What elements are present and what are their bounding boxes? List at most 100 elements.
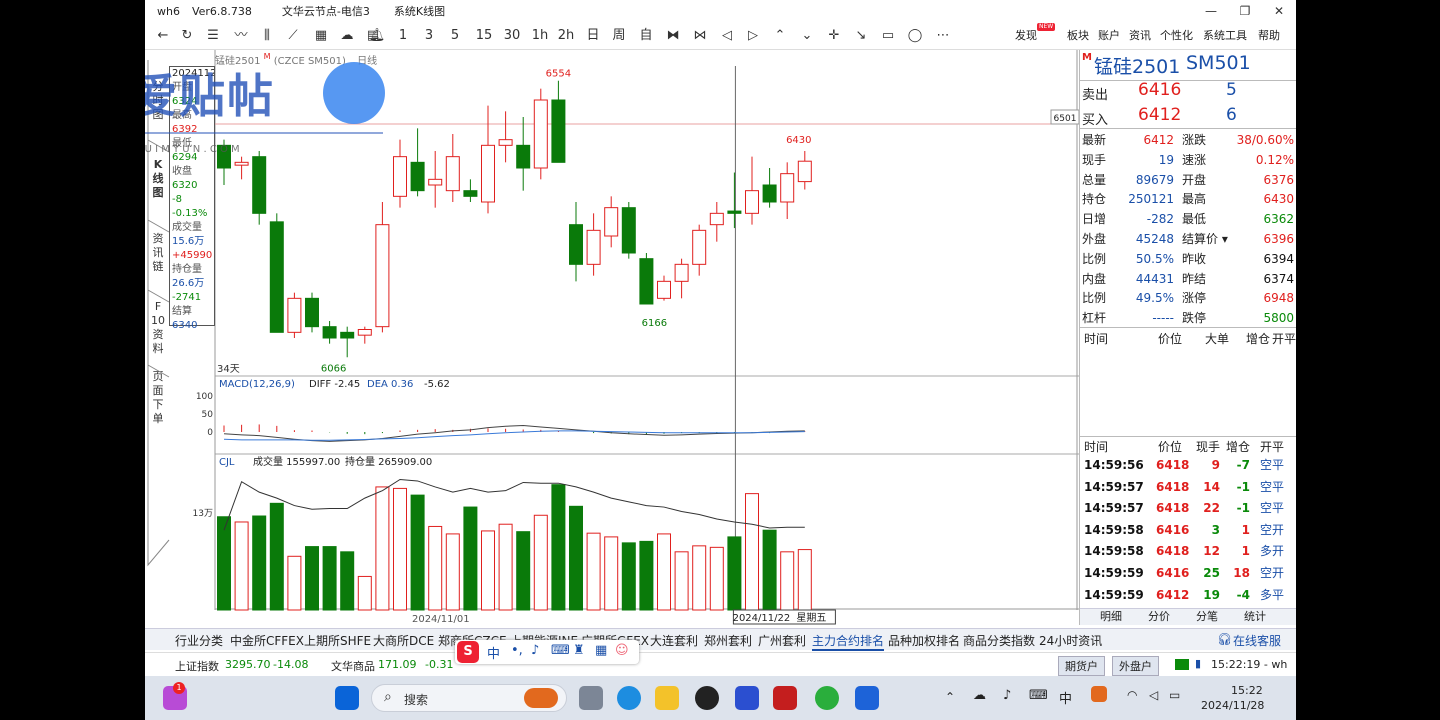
tab-zhengzhou-spread[interactable]: 郑州套利 [704, 632, 752, 649]
period-day[interactable]: 日 [583, 26, 603, 46]
subtab-2[interactable]: 分笔 [1196, 607, 1218, 627]
online-service[interactable]: 在线客服 [1233, 632, 1281, 649]
wh6-icon[interactable] [773, 686, 797, 710]
tab-cffex[interactable]: 中金所CFFEX [230, 632, 304, 649]
kline-chart[interactable]: 6554 6066 6166 6430 34天 6501 MACD(12,26,9) DIFF… [193, 50, 1080, 625]
cloud-icon[interactable]: ☁ [337, 26, 357, 46]
period-2h[interactable]: 2h [555, 26, 577, 46]
tab-dalian-spread[interactable]: 大连套利 [650, 632, 698, 649]
left-icon[interactable]: ◁ [717, 26, 737, 46]
ime-language[interactable]: 中 [487, 643, 500, 662]
task-view-icon[interactable] [579, 686, 603, 710]
arrow-line-icon[interactable]: ↘ [851, 26, 871, 46]
wifi-icon[interactable]: ◠ [1127, 688, 1137, 702]
period-1h[interactable]: 1h [529, 26, 551, 46]
period-30[interactable]: 30 [501, 26, 523, 46]
up-icon[interactable]: ⌃ [770, 26, 790, 46]
menu-help[interactable]: 帮助 [1258, 27, 1280, 43]
list-icon[interactable]: ☰ [203, 26, 223, 46]
menu-discover[interactable]: 发现 NEW [1015, 23, 1056, 43]
subtab-1[interactable]: 分价 [1148, 607, 1170, 627]
tab-shfe[interactable]: 上期所SHFE [304, 632, 371, 649]
taskbar-date[interactable]: 2024/11/28 [1201, 699, 1264, 712]
grid-icon[interactable]: ▦ [311, 26, 331, 46]
down-icon[interactable]: ⌄ [797, 26, 817, 46]
mic-tray-icon[interactable]: ♪ [1003, 688, 1011, 703]
title-bar: wh6 Ver6.8.738 文华云节点-电信3 系统K线图 — ❐ ✕ [145, 0, 1296, 22]
tick-row[interactable]: 14:59:56 6418 9 -7 空平 [1080, 455, 1296, 475]
rectangle-icon[interactable]: ▭ [878, 26, 898, 46]
keyboard-tray-icon[interactable]: ⌨ [1029, 688, 1048, 703]
tick-row[interactable]: 14:59:59 6412 19 -4 多平 [1080, 585, 1296, 605]
tray-chevron-icon[interactable]: ⌃ [945, 690, 955, 704]
tray-language[interactable]: 中 [1059, 688, 1072, 707]
edge-icon[interactable] [617, 686, 641, 710]
period-3[interactable]: 3 [421, 26, 437, 46]
apps-icon[interactable]: ▦ [595, 643, 607, 658]
shrink-icon[interactable]: ⋈ [690, 26, 710, 46]
speaker-icon[interactable]: ◁ [1149, 688, 1158, 702]
subtab-0[interactable]: 明细 [1100, 607, 1122, 627]
zoom-icon[interactable]: ⧓ [663, 26, 683, 46]
menu-personalize[interactable]: 个性化 [1160, 27, 1193, 43]
start-icon[interactable] [335, 686, 359, 710]
back-icon[interactable]: ← [153, 26, 173, 46]
maximize-button[interactable]: ❐ [1228, 0, 1262, 22]
menu-news[interactable]: 资讯 [1129, 27, 1151, 43]
ime-toolbar[interactable]: S 中 •, ♪ ⌨ ♜ ▦ ☺ [455, 640, 639, 664]
period-15[interactable]: 15 [473, 26, 495, 46]
tick-row[interactable]: 14:59:58 6416 3 1 空开 [1080, 520, 1296, 540]
file-explorer-icon[interactable] [655, 686, 679, 710]
bell-icon[interactable]: 🔔︎ [367, 26, 387, 46]
tab-24h-news[interactable]: 24小时资讯 [1039, 632, 1102, 649]
keyboard-icon[interactable]: ⌨ [551, 643, 570, 658]
minimize-button[interactable]: — [1194, 0, 1228, 22]
period-5[interactable]: 5 [447, 26, 463, 46]
period-1[interactable]: 1 [395, 26, 411, 46]
sogou-icon[interactable]: S [457, 641, 479, 663]
menu-tools[interactable]: 系统工具 [1203, 27, 1247, 43]
mic-icon[interactable]: ♪ [531, 643, 539, 658]
battery-icon[interactable]: ▭ [1169, 688, 1180, 702]
refresh-icon[interactable]: ↻ [177, 26, 197, 46]
service-icon[interactable]: 🎧︎ [1217, 632, 1232, 646]
line-chart-icon[interactable]: 〰 [231, 26, 251, 46]
period-week[interactable]: 周 [609, 26, 629, 46]
sogou-tray-icon[interactable] [1091, 686, 1107, 702]
overseas-account-button[interactable]: 外盘户 [1112, 656, 1159, 676]
more-icon[interactable]: ⋯ [932, 26, 954, 46]
dell-icon[interactable] [695, 686, 719, 710]
right-icon[interactable]: ▷ [743, 26, 763, 46]
menu-account[interactable]: 账户 [1098, 27, 1120, 43]
tick-row[interactable]: 14:59:58 6418 12 1 多开 [1080, 541, 1296, 561]
meeting-icon[interactable] [855, 686, 879, 710]
ellipse-icon[interactable]: ◯ [905, 26, 925, 46]
tab-commodity-index[interactable]: 商品分类指数 [963, 632, 1035, 649]
volume-bar [322, 546, 337, 611]
tick-row[interactable]: 14:59:59 6416 25 18 空开 [1080, 563, 1296, 583]
face-icon[interactable]: ☺ [615, 643, 629, 658]
menu-sector[interactable]: 板块 [1067, 27, 1089, 43]
subtab-3[interactable]: 统计 [1244, 607, 1266, 627]
tick-row[interactable]: 14:59:57 6418 22 -1 空平 [1080, 498, 1296, 518]
trend-icon[interactable]: ⟋ [283, 26, 303, 46]
shirt-icon[interactable]: ♜ [573, 643, 585, 658]
futures-account-button[interactable]: 期货户 [1058, 656, 1105, 676]
punctuation-icon[interactable]: •, [511, 643, 523, 658]
cloud-tray-icon[interactable]: ☁ [973, 688, 986, 703]
tab-dce[interactable]: 大商所DCE [373, 632, 434, 649]
volume-bar [797, 549, 812, 611]
crosshair-icon[interactable]: ✛ [824, 26, 844, 46]
tab-weighted-rank[interactable]: 品种加权排名 [888, 632, 960, 649]
close-button[interactable]: ✕ [1262, 0, 1296, 22]
taskbar-time[interactable]: 15:22 [1231, 684, 1263, 697]
tab-guangzhou-spread[interactable]: 广州套利 [758, 632, 806, 649]
tick-row[interactable]: 14:59:57 6418 14 -1 空平 [1080, 477, 1296, 497]
wechat-icon[interactable] [815, 686, 839, 710]
period-custom[interactable]: 自 [636, 26, 656, 46]
wps-icon[interactable] [735, 686, 759, 710]
tab-industry[interactable]: 行业分类 [175, 632, 223, 649]
tab-main-contract-rank[interactable]: 主力合约排名 [812, 632, 885, 651]
taskbar-search[interactable]: ⌕ 搜索 [371, 684, 567, 712]
candle-icon[interactable]: ⫼ [257, 26, 277, 46]
